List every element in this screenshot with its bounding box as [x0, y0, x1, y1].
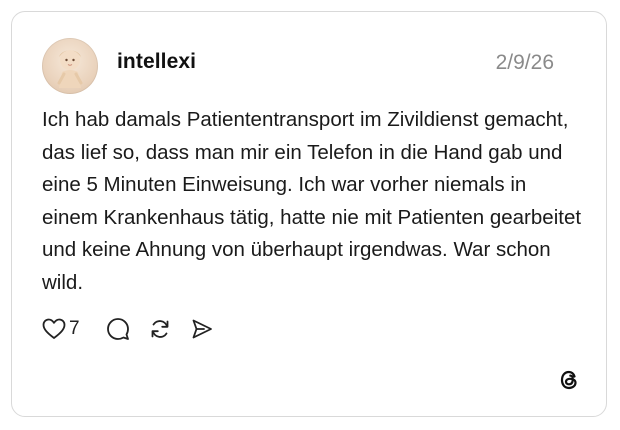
- post-card: intellexi 2/9/26 Ich hab damals Patiente…: [11, 11, 607, 417]
- heart-icon: [42, 318, 66, 339]
- username[interactable]: intellexi: [117, 50, 196, 74]
- threads-logo-icon[interactable]: [557, 368, 581, 392]
- repost-button[interactable]: [148, 317, 172, 341]
- doll-avatar-icon: [57, 50, 83, 88]
- like-count: 7: [69, 318, 80, 339]
- post-text: Ich hab damals Patiententransport im Ziv…: [42, 108, 582, 294]
- reply-button[interactable]: [106, 317, 130, 341]
- like-button[interactable]: 7: [42, 318, 80, 340]
- post-date: 2/9/26: [495, 51, 554, 74]
- share-button[interactable]: [190, 317, 214, 341]
- repost-icon: [151, 320, 168, 338]
- avatar[interactable]: [42, 38, 98, 94]
- action-bar: 7: [42, 315, 232, 343]
- comment-icon: [106, 318, 129, 340]
- send-icon: [192, 319, 212, 339]
